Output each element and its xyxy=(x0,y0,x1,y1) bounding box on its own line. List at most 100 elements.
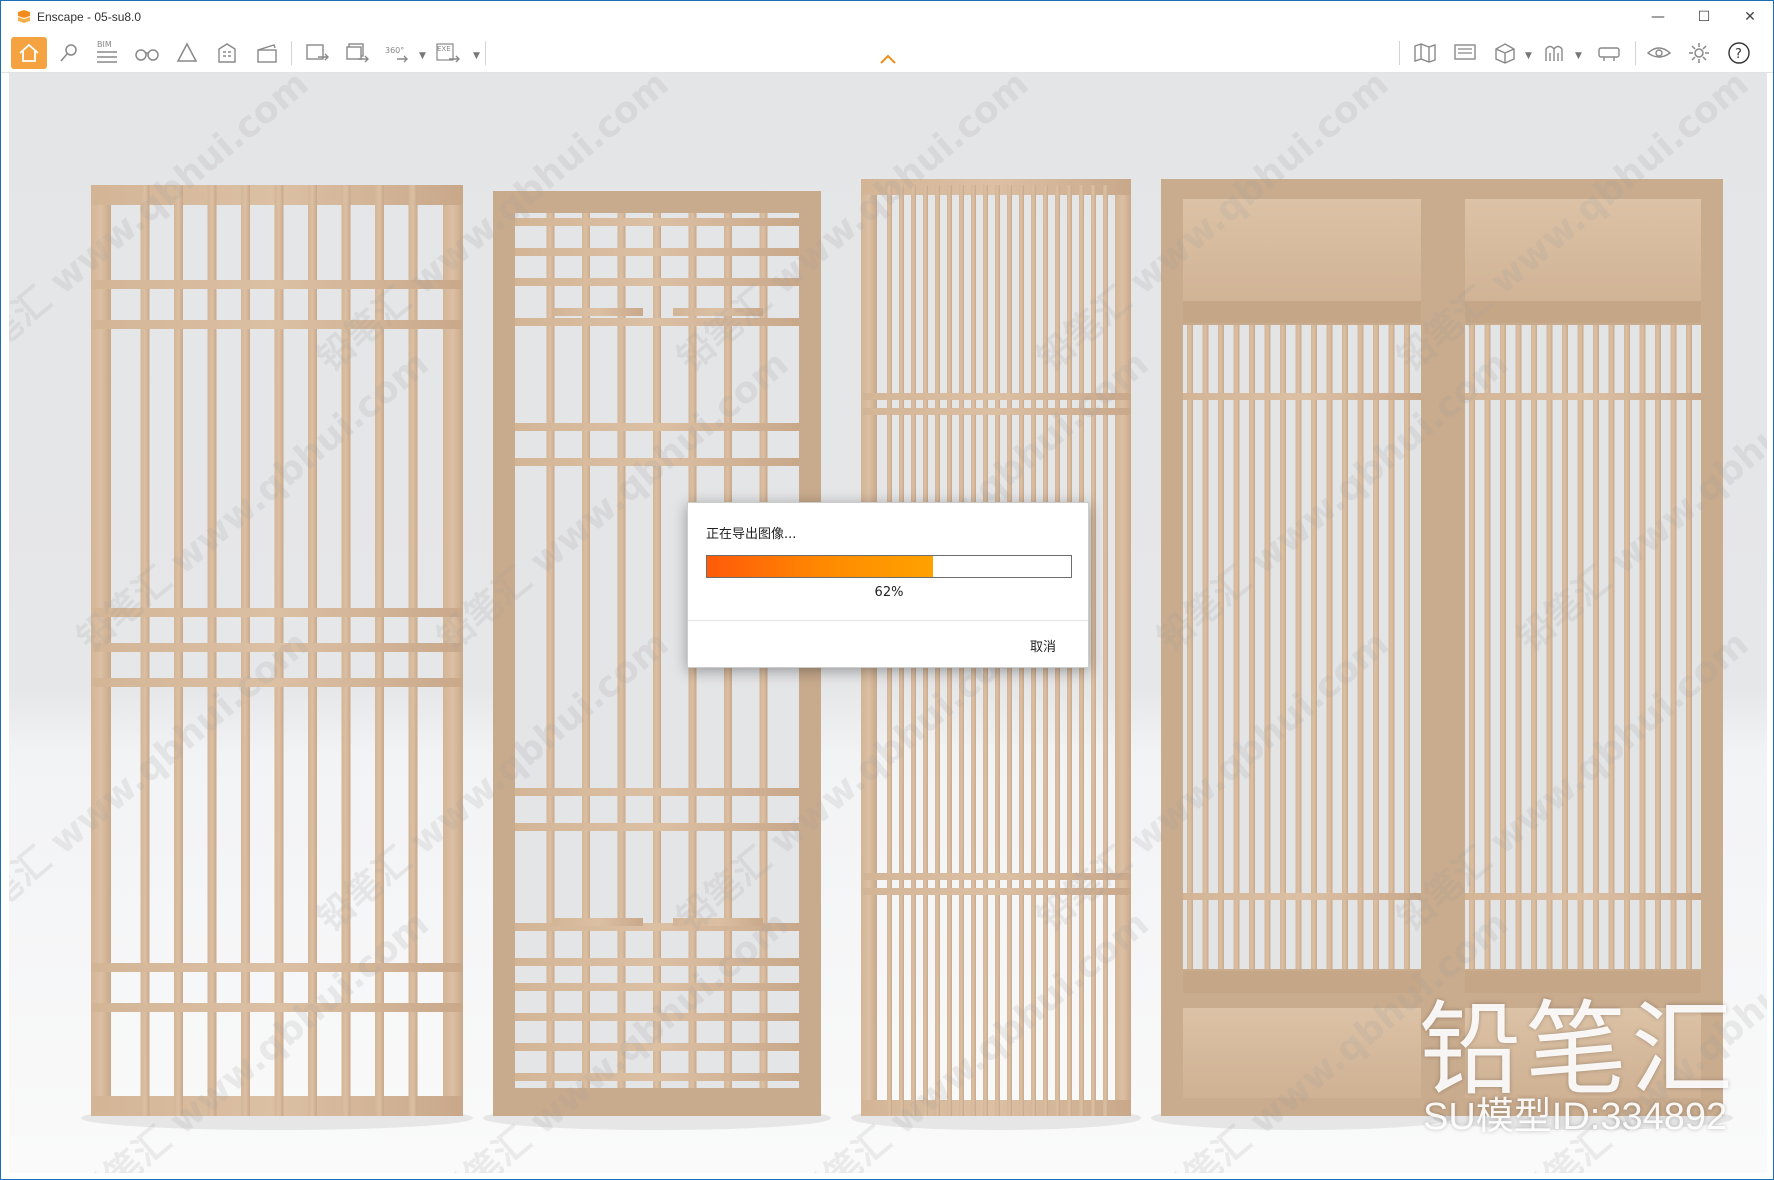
home-icon xyxy=(19,43,39,62)
lattice-bar xyxy=(1249,325,1255,969)
door-bottom-panel xyxy=(1183,1008,1421,1098)
help-icon: ? xyxy=(1728,42,1750,64)
binoculars-button[interactable] xyxy=(129,37,165,69)
lattice-rail xyxy=(1183,393,1421,400)
vr-button[interactable] xyxy=(1591,37,1627,69)
lattice-rail xyxy=(91,320,463,329)
monitor-button[interactable] xyxy=(1447,37,1483,69)
lattice-bar xyxy=(1187,325,1193,969)
eye-icon xyxy=(1646,47,1672,58)
video-button[interactable] xyxy=(249,37,285,69)
settings-button[interactable] xyxy=(1681,37,1717,69)
lattice-rail xyxy=(1465,893,1701,900)
lattice-bar xyxy=(1388,325,1395,969)
lattice-rail xyxy=(91,963,463,972)
toolbar-separator xyxy=(291,41,292,65)
fret-pattern xyxy=(673,308,763,316)
location-icon xyxy=(60,44,77,62)
close-button[interactable]: ✕ xyxy=(1727,1,1773,33)
minimize-button[interactable]: — xyxy=(1635,1,1681,33)
lattice-bar xyxy=(1655,325,1661,969)
svg-text:360°: 360° xyxy=(385,46,404,55)
alert-icon xyxy=(176,42,198,62)
lattice-bar xyxy=(1233,325,1240,969)
lattice-rail xyxy=(515,248,799,256)
lattice-bar xyxy=(1218,325,1224,969)
dialog-title: 正在导出图像... xyxy=(706,527,797,542)
svg-text:BIM: BIM xyxy=(97,40,112,49)
screenshot-export-icon xyxy=(306,44,329,61)
lattice-rail xyxy=(515,423,799,431)
lattice-rail xyxy=(515,983,799,991)
lattice-bar xyxy=(1608,325,1615,969)
lattice-bar xyxy=(1484,325,1491,969)
enscape-logo-icon xyxy=(18,10,30,23)
lattice-bar xyxy=(1670,325,1677,969)
panorama-export-button[interactable]: 360° xyxy=(379,37,415,69)
svg-text:?: ? xyxy=(1735,47,1742,62)
lattice-bar xyxy=(1546,325,1553,969)
map-icon xyxy=(1414,43,1436,63)
bim-button[interactable]: BIM xyxy=(89,37,125,69)
asset-library-button[interactable] xyxy=(1537,37,1573,69)
enscape-window: Enscape - 05-su8.0 — ☐ ✕ BIM 360° ▼ EXE … xyxy=(0,0,1774,1180)
exe-export-button[interactable]: EXE xyxy=(431,37,467,69)
lattice-rail xyxy=(91,608,463,617)
lattice-bar xyxy=(1500,325,1506,969)
lattice-rail xyxy=(515,318,799,326)
lattice-rail xyxy=(861,393,1131,400)
fret-band xyxy=(1183,971,1421,993)
model-id-label: SU模型ID:334892 xyxy=(1423,1096,1728,1138)
title-bar: Enscape - 05-su8.0 — ☐ ✕ xyxy=(1,1,1773,33)
lattice-rail xyxy=(1465,393,1701,400)
lattice-rail xyxy=(515,823,799,831)
exe-dropdown-icon[interactable]: ▼ xyxy=(473,51,480,61)
batch-export-button[interactable] xyxy=(339,37,375,69)
lattice-bar xyxy=(1577,325,1584,969)
panorama-dropdown-icon[interactable]: ▼ xyxy=(419,51,426,61)
screenshot-export-button[interactable] xyxy=(299,37,335,69)
lattice-rail xyxy=(515,458,799,466)
lattice-bar xyxy=(1373,325,1379,969)
cube-button[interactable] xyxy=(1487,37,1523,69)
batch-export-icon xyxy=(346,43,369,63)
lattice-rail xyxy=(1183,893,1421,900)
lattice-bar xyxy=(1103,185,1108,1116)
home-button[interactable] xyxy=(11,37,47,69)
help-button[interactable]: ? xyxy=(1721,37,1757,69)
lattice-bar xyxy=(1593,325,1599,969)
window-controls: — ☐ ✕ xyxy=(1635,1,1773,33)
cube-icon xyxy=(1495,43,1515,64)
lattice-rail xyxy=(861,888,1131,895)
building-icon xyxy=(218,43,236,63)
lattice-bar xyxy=(1091,185,1096,1116)
lattice-rail xyxy=(91,643,463,652)
alert-button[interactable] xyxy=(169,37,205,69)
maximize-button[interactable]: ☐ xyxy=(1681,1,1727,33)
lattice-rail xyxy=(861,873,1131,880)
lattice-bar xyxy=(1357,325,1364,969)
fret-pattern xyxy=(553,308,643,316)
export-progress-dialog: 正在导出图像... 62% 取消 xyxy=(687,502,1089,668)
collapse-toolbar-icon[interactable] xyxy=(878,53,898,65)
lattice-rail xyxy=(91,1003,463,1012)
exe-export-icon: EXE xyxy=(436,43,460,63)
bim-icon: BIM xyxy=(97,40,117,63)
lattice-bar xyxy=(1404,325,1410,969)
asset-dropdown-icon[interactable]: ▼ xyxy=(1575,51,1582,61)
clapperboard-icon xyxy=(257,44,277,63)
cancel-button[interactable]: 取消 xyxy=(1030,636,1056,655)
location-button[interactable] xyxy=(51,37,87,69)
visual-settings-button[interactable] xyxy=(1641,37,1677,69)
lattice-bar xyxy=(1562,325,1568,969)
map-button[interactable] xyxy=(1407,37,1443,69)
cube-dropdown-icon[interactable]: ▼ xyxy=(1525,51,1532,61)
fret-pattern xyxy=(553,918,643,926)
binoculars-icon xyxy=(135,49,159,61)
lattice-rail xyxy=(91,280,463,289)
lattice-rail xyxy=(515,1073,799,1081)
building-button[interactable] xyxy=(209,37,245,69)
lattice-bar xyxy=(1311,325,1317,969)
lattice-bar xyxy=(1342,325,1348,969)
asset-library-icon xyxy=(1545,45,1563,61)
